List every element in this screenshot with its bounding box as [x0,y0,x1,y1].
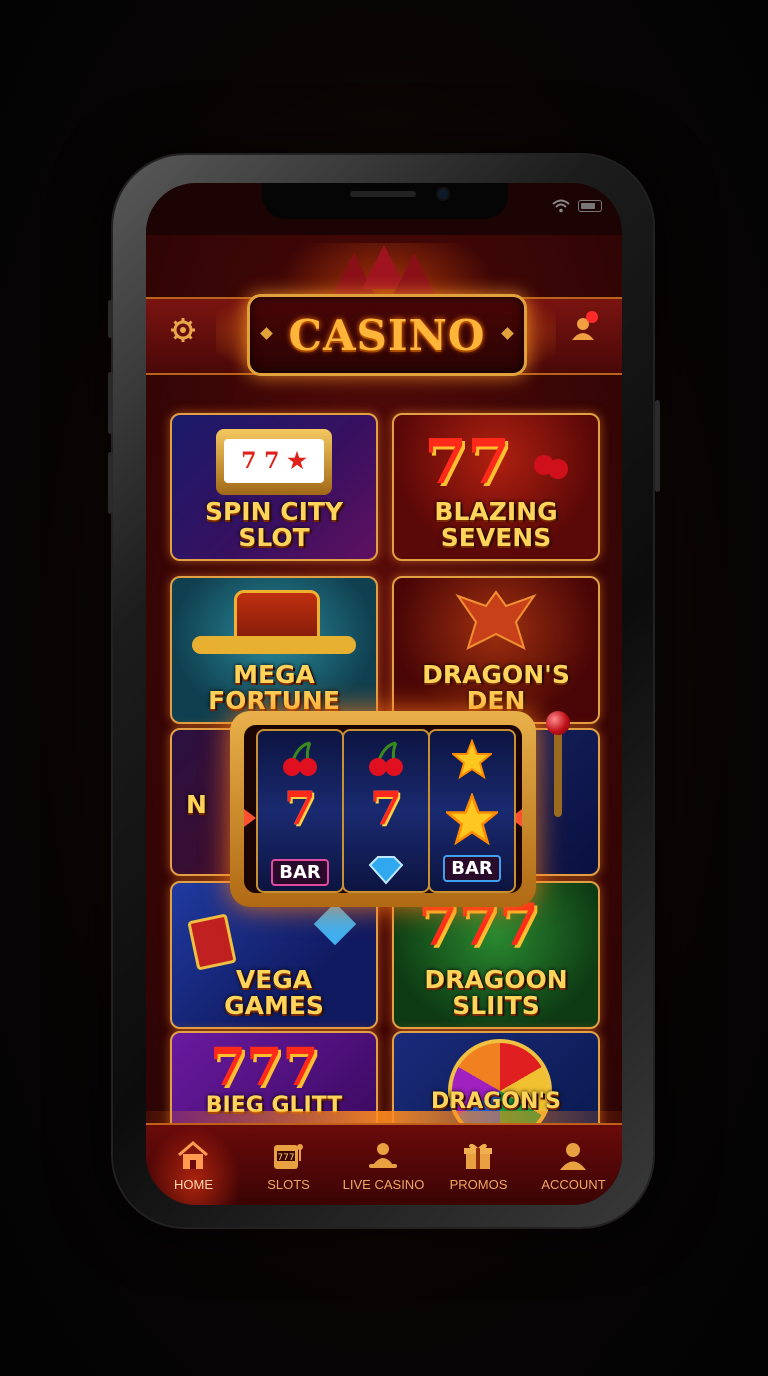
game-title: DRAGOON SLIITS [424,965,568,1020]
slot-reels-window: 7 BAR 7 BAR [244,725,522,893]
seven-symbol: 7 [369,781,402,835]
nav-account[interactable]: ACCOUNT [526,1125,621,1205]
gem-icon [313,902,357,946]
lever-knob[interactable] [546,711,570,735]
slot-machine-icon: 777 [274,1144,303,1169]
phone-power-button [655,400,660,492]
game-title: VEGA GAMES [224,965,324,1020]
reel-1: 7 BAR [256,729,344,893]
notification-dot [586,311,598,323]
game-title: N [186,790,207,819]
seven-symbol: 7 [283,781,316,835]
gear-icon [171,318,195,342]
settings-button[interactable] [166,313,200,347]
featured-slot-machine[interactable]: 7 BAR 7 BAR [230,711,570,907]
nav-label: HOME [174,1177,213,1192]
reel-3: BAR [428,729,516,893]
bar-symbol: BAR [430,855,514,882]
dealer-icon [369,1143,397,1168]
gift-icon [464,1143,492,1169]
battery-icon [578,200,602,212]
star-icon [430,791,514,849]
nav-label: LIVE CASINO [342,1177,425,1192]
phone-volume-up [108,372,113,434]
game-tile-blazing-sevens[interactable]: 77 BLAZING SEVENS [392,413,600,561]
slot-machine-art: 7 7 ★ [216,429,332,495]
slot-lever[interactable] [554,727,562,817]
cherries-icon [258,741,342,781]
bar-symbol: BAR [258,859,342,886]
front-camera [438,189,448,199]
casino-logo[interactable]: CASINO [247,294,527,376]
diamond-icon [344,855,428,889]
bottom-nav: HOME 777 SLOTS LIVE CASINO PROMOS ACCOUN… [146,1123,622,1205]
game-tile-spin-city-slot[interactable]: 7 7 ★ SPIN CITY SLOT [170,413,378,561]
game-tile-mega-fortune[interactable]: MEGA FORTUNE [170,576,378,724]
wifi-icon [552,199,570,213]
arrow-left-icon [244,809,256,827]
game-title: BLAZING SEVENS [434,497,558,552]
dragon-icon [455,590,537,650]
notch [262,183,508,219]
phone-mute-switch [108,300,113,338]
cherries-icon [534,455,554,475]
diamond-ornament [501,327,514,340]
phone-volume-down [108,452,113,514]
nav-live-casino[interactable]: LIVE CASINO [336,1125,431,1205]
phone-screen: CASINO 7 7 ★ SPIN CITY SLOT 77 BLAZING S… [146,183,622,1205]
star-icon [430,738,514,783]
nav-label: ACCOUNT [541,1177,606,1192]
logo-text: CASINO [288,310,486,360]
game-tile-dragons-den[interactable]: DRAGON'S DEN [392,576,600,724]
account-button[interactable] [566,311,600,345]
playing-card-icon [187,913,237,971]
gold-coins-art [192,636,356,654]
nav-home[interactable]: HOME [146,1125,241,1205]
cherries-icon [344,741,428,781]
nav-label: SLOTS [267,1177,310,1192]
game-title: SPIN CITY SLOT [204,497,344,552]
svg-text:777: 777 [277,1153,294,1163]
diamond-ornament [260,327,273,340]
sevens-art: 77 [424,425,511,498]
nav-label: PROMOS [449,1177,508,1192]
sevens-art: 777 [210,1037,319,1098]
reel-2: 7 [342,729,430,893]
user-icon [560,1143,586,1170]
nav-promos[interactable]: PROMOS [431,1125,526,1205]
crown-spike [392,253,436,297]
speaker-grille [350,191,416,197]
nav-slots[interactable]: 777 SLOTS [241,1125,336,1205]
home-icon [178,1141,208,1169]
